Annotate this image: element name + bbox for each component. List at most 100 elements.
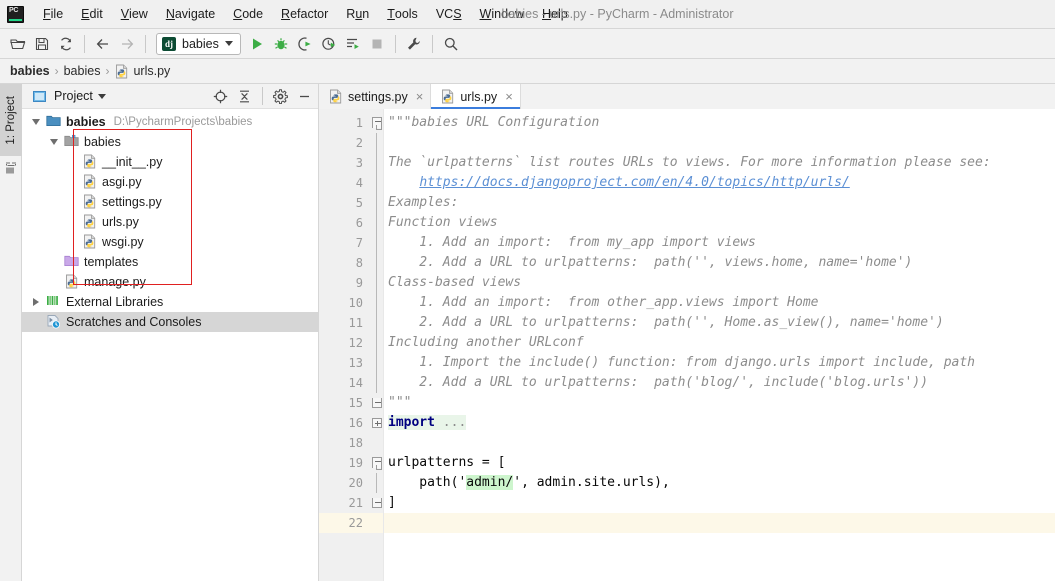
tree-item-scratches[interactable]: Scratches and Consoles <box>22 312 318 332</box>
open-folder-icon[interactable] <box>6 32 30 56</box>
close-icon[interactable]: × <box>505 90 513 103</box>
fold-marker-cell[interactable] <box>371 193 383 213</box>
run-configuration-selector[interactable]: dj babies <box>156 32 241 55</box>
fold-end-icon[interactable] <box>372 398 382 408</box>
menu-item-navigate[interactable]: Navigate <box>157 0 224 28</box>
menu-item-edit[interactable]: Edit <box>72 0 112 28</box>
tree-item-manage[interactable]: manage.py <box>22 272 318 292</box>
fold-marker-cell[interactable] <box>371 253 383 273</box>
tree-item-label: babies <box>66 115 106 129</box>
tool-window-tab-project[interactable]: 1: Project <box>0 84 22 156</box>
profile-icon[interactable] <box>317 32 341 56</box>
tree-item-asgi[interactable]: asgi.py <box>22 172 318 192</box>
code-token: Including another URLconf <box>388 335 584 350</box>
chevron-right-icon[interactable] <box>30 298 42 306</box>
search-icon[interactable] <box>439 32 463 56</box>
debug-bug-icon[interactable] <box>269 32 293 56</box>
line-number: 11 <box>348 316 363 330</box>
collapsed-import-region[interactable]: import ... <box>388 415 467 430</box>
fold-marker-cell[interactable] <box>371 413 383 433</box>
line-number: 1 <box>355 116 363 130</box>
code-line: 1. Import the include() function: from d… <box>384 353 1055 373</box>
fold-region-bar <box>376 293 377 313</box>
tree-item-pkg[interactable]: babies <box>22 132 318 152</box>
breadcrumb-item-babies[interactable]: babies <box>64 64 101 78</box>
menu-item-refactor[interactable]: Refactor <box>272 0 337 28</box>
synchronize-icon[interactable] <box>54 32 78 56</box>
code-line <box>384 513 1055 533</box>
menu-item-tools[interactable]: Tools <box>378 0 427 28</box>
chevron-down-icon[interactable] <box>30 119 42 125</box>
tree-item-settings[interactable]: settings.py <box>22 192 318 212</box>
menu-item-help[interactable]: Help <box>533 0 577 28</box>
breadcrumb-item-urls-py[interactable]: urls.py <box>114 64 170 79</box>
tree-item-label: External Libraries <box>66 295 164 309</box>
save-all-icon[interactable] <box>30 32 54 56</box>
tree-item-extlibs[interactable]: External Libraries <box>22 292 318 312</box>
fold-marker-cell[interactable] <box>371 273 383 293</box>
breadcrumb-label: urls.py <box>133 64 171 78</box>
breadcrumb-item-babies[interactable]: babies <box>10 64 50 78</box>
python-file-icon <box>82 234 98 250</box>
fold-marker-cell[interactable] <box>371 173 383 193</box>
tree-item-path: D:\PycharmProjects\babies <box>113 116 253 128</box>
tree-item-urls[interactable]: urls.py <box>22 212 318 232</box>
back-arrow-icon[interactable] <box>91 32 115 56</box>
editor-tab-urls-py[interactable]: urls.py × <box>431 84 521 109</box>
fold-marker-cell[interactable] <box>371 233 383 253</box>
tree-item-templates[interactable]: templates <box>22 252 318 272</box>
forward-arrow-icon[interactable] <box>115 32 139 56</box>
fold-marker-cell[interactable] <box>371 453 383 473</box>
fold-marker-cell[interactable] <box>371 293 383 313</box>
stop-icon[interactable] <box>365 32 389 56</box>
line-number: 12 <box>348 336 363 350</box>
fold-region-bar <box>376 153 377 173</box>
menu-item-view[interactable]: View <box>112 0 157 28</box>
doc-url-link[interactable]: https://docs.djangoproject.com/en/4.0/to… <box>419 175 849 190</box>
menu-item-window[interactable]: Window <box>471 0 533 28</box>
fold-marker-cell[interactable] <box>371 493 383 513</box>
editor-tab-settings-py[interactable]: settings.py × <box>319 84 432 109</box>
fold-marker-cell[interactable] <box>371 133 383 153</box>
menu-item-vcs[interactable]: VC S <box>427 0 471 28</box>
menu-item-code[interactable]: Code <box>224 0 272 28</box>
minimize-icon[interactable] <box>295 87 314 106</box>
python-file-icon <box>82 174 98 190</box>
fold-marker-cell[interactable] <box>371 333 383 353</box>
tree-item-wsgi[interactable]: wsgi.py <box>22 232 318 252</box>
code-text[interactable]: """babies URL Configuration The `urlpatte… <box>384 109 1055 581</box>
chevron-down-icon[interactable] <box>48 139 60 145</box>
fold-marker-cell[interactable] <box>371 373 383 393</box>
code-folding-gutter[interactable] <box>371 109 384 581</box>
close-icon[interactable]: × <box>416 90 424 103</box>
run-with-coverage-icon[interactable] <box>293 32 317 56</box>
tree-item-root[interactable]: babies D:\PycharmProjects\babies <box>22 112 318 132</box>
fold-marker-cell[interactable] <box>371 353 383 373</box>
fold-marker-cell[interactable] <box>371 313 383 333</box>
settings-gear-icon[interactable] <box>271 87 290 106</box>
fold-marker-cell[interactable] <box>371 113 383 133</box>
code-line: 1. Add an import: from my_app import vie… <box>384 233 1055 253</box>
menu-item-file[interactable]: File <box>34 0 72 28</box>
locate-icon[interactable] <box>211 87 230 106</box>
fold-collapse-icon[interactable] <box>372 117 382 128</box>
chevron-down-icon[interactable] <box>97 93 106 99</box>
fold-marker-cell[interactable] <box>371 153 383 173</box>
more-run-options-icon[interactable] <box>341 32 365 56</box>
fold-region-bar <box>376 233 377 253</box>
settings-wrench-icon[interactable] <box>402 32 426 56</box>
line-number: 19 <box>348 456 363 470</box>
fold-marker-cell[interactable] <box>371 473 383 493</box>
code-line: """babies URL Configuration <box>384 113 1055 133</box>
collapse-all-icon[interactable] <box>235 87 254 106</box>
fold-expand-icon[interactable] <box>372 418 382 428</box>
fold-marker-cell[interactable] <box>371 393 383 413</box>
menu-item-run[interactable]: Run <box>337 0 378 28</box>
run-icon[interactable] <box>245 32 269 56</box>
code-editor[interactable]: 1 2 3 4 5 6 7 8 9 10 11 12 13 14 15 16 18 19 20 21 22 """bab… <box>319 109 1055 581</box>
tree-item-init[interactable]: __init__.py <box>22 152 318 172</box>
structure-icon[interactable] <box>4 162 18 175</box>
fold-end-icon[interactable] <box>372 498 382 508</box>
fold-collapse-icon[interactable] <box>372 457 382 468</box>
fold-marker-cell[interactable] <box>371 213 383 233</box>
